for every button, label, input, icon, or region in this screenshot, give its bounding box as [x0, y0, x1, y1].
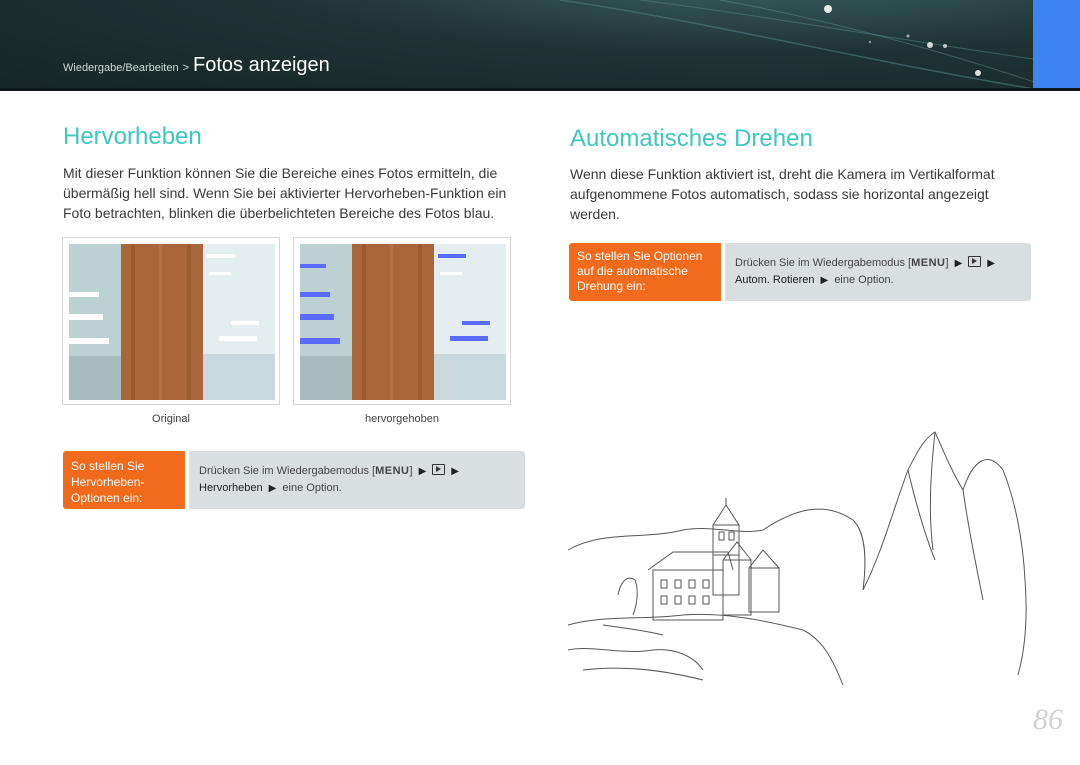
howto-instructions: Drücken Sie im Wiedergabemodus [MENU] ▶ ▶… [725, 243, 1031, 301]
howto-box-auto-rotate: So stellen Sie Optionen auf die automati… [569, 243, 1031, 301]
arrow-right-icon: ▶ [820, 275, 829, 286]
page-number: 86 [1033, 703, 1063, 736]
photo-original [62, 237, 280, 405]
arrow-right-icon: ▶ [954, 258, 963, 269]
howto-line-2: Hervorheben ▶ eine Option. [199, 480, 515, 497]
arrow-right-icon: ▶ [268, 483, 277, 494]
section-body-hervorheben: Mit dieser Funktion können Sie die Berei… [63, 165, 507, 221]
breadcrumb-separator: > [182, 62, 190, 74]
section-title-hervorheben: Hervorheben [63, 123, 202, 150]
header-decoration [559, 0, 1041, 91]
howto-instructions: Drücken Sie im Wiedergabemodus [MENU] ▶ ▶… [189, 451, 525, 509]
section-body-automatisches-drehen: Wenn diese Funktion aktiviert ist, dreht… [570, 166, 995, 222]
howto-line-1: Drücken Sie im Wiedergabemodus [MENU] ▶ ▶ [735, 255, 1021, 272]
photo-caption-original: Original [152, 413, 190, 425]
breadcrumb: Wiedergabe/Bearbeiten > Fotos anzeigen [63, 54, 330, 77]
howto-line-2: Autom. Rotieren ▶ eine Option. [735, 272, 1021, 289]
playback-icon [432, 464, 446, 475]
howto-box-hervorheben: So stellen Sie Hervorheben-Optionen ein:… [63, 451, 525, 509]
menu-key: MENU [911, 257, 946, 269]
photo-original-image [69, 244, 275, 400]
playback-icon [968, 256, 982, 267]
page-header: Wiedergabe/Bearbeiten > Fotos anzeigen [0, 0, 1080, 91]
photo-highlighted [293, 237, 511, 405]
arrow-right-icon: ▶ [987, 258, 995, 269]
photo-caption-highlighted: hervorgehoben [364, 413, 439, 425]
breadcrumb-parent: Wiedergabe/Bearbeiten [63, 62, 179, 74]
menu-item: Autom. Rotieren [735, 274, 815, 286]
section-title-automatisches-drehen: Automatisches Drehen [570, 125, 813, 152]
menu-item: Hervorheben [199, 482, 263, 494]
photo-highlighted-image [300, 244, 506, 400]
menu-key: MENU [375, 465, 410, 477]
landscape-sketch-illustration [567, 431, 1027, 686]
arrow-right-icon: ▶ [451, 466, 459, 477]
howto-line-1: Drücken Sie im Wiedergabemodus [MENU] ▶ ▶ [199, 463, 515, 480]
header-bottom-line [0, 88, 1080, 91]
header-accent-tab [1033, 0, 1080, 91]
arrow-right-icon: ▶ [418, 466, 427, 477]
breadcrumb-current: Fotos anzeigen [193, 54, 330, 76]
howto-label: So stellen Sie Optionen auf die automati… [569, 243, 721, 301]
howto-label: So stellen Sie Hervorheben-Optionen ein: [63, 451, 185, 509]
